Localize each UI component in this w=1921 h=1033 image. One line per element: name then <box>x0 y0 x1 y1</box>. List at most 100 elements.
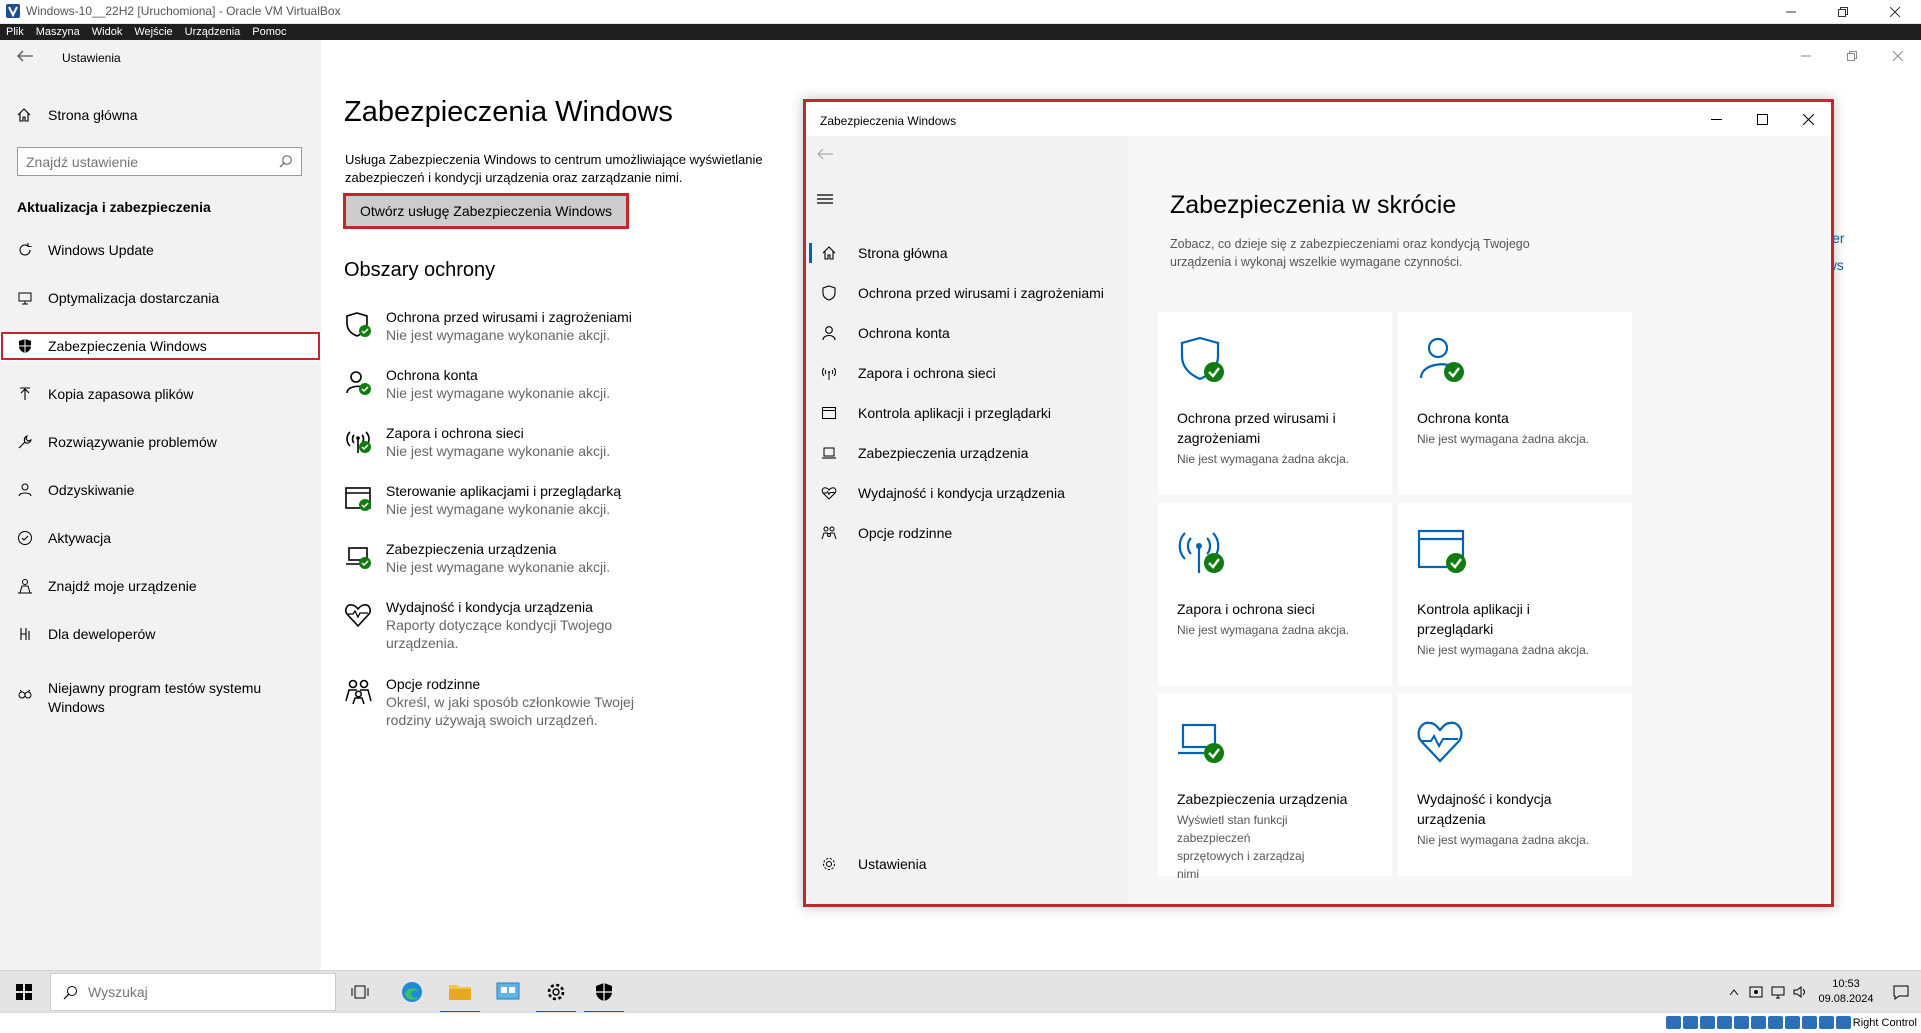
related-link[interactable]: owania <box>1831 279 1921 306</box>
areas-title: Obszary ochrony <box>344 259 496 281</box>
back-arrow-icon[interactable] <box>15 48 35 64</box>
area-title: Ochrona konta <box>386 367 478 383</box>
security-minimize-button[interactable] <box>1693 102 1739 136</box>
vbox-titlebar: Windows-10__22H2 [Uruchomiona] - Oracle … <box>0 0 1921 24</box>
shared-folders-icon[interactable] <box>1751 1016 1766 1029</box>
start-button[interactable] <box>0 971 48 1013</box>
tile-firewall[interactable]: Zapora i ochrona sieci Nie jest wymagana … <box>1158 503 1392 686</box>
taskbar-windows-security[interactable] <box>580 971 628 1013</box>
back-arrow-icon[interactable] <box>816 147 834 161</box>
chevron-up-icon[interactable] <box>1723 988 1745 996</box>
tile-status: Nie jest wymagana żadna akcja. <box>1177 452 1350 466</box>
taskbar-search-input[interactable] <box>88 984 288 1000</box>
security-nav-home[interactable]: Strona główna <box>806 233 1128 273</box>
refresh-icon <box>16 241 34 259</box>
nav-item-troubleshoot[interactable]: Rozwiązywanie problemów <box>0 427 321 457</box>
vbox-menu-widok[interactable]: Widok <box>86 24 129 40</box>
antenna-icon <box>820 364 838 382</box>
nav-item-delivery-optimization[interactable]: Optymalizacja dostarczania <box>0 283 321 313</box>
security-nav-account[interactable]: Ochrona konta <box>806 313 1128 353</box>
security-nav-settings[interactable]: Ustawienia <box>806 844 1128 884</box>
nav-item-label: Kopia zapasowa plików <box>48 386 194 402</box>
vbox-close-button[interactable] <box>1869 0 1921 24</box>
page-description: Usługa Zabezpieczenia Windows to centrum… <box>345 152 763 185</box>
task-view-button[interactable] <box>336 971 384 1013</box>
area-status: Określ, w jaki sposób członkowie Twojej … <box>386 694 634 728</box>
tile-device-health[interactable]: Wydajność i kondycja urządzenia Nie jest … <box>1398 693 1632 876</box>
related-link[interactable]: rosoft <box>1831 198 1921 225</box>
open-windows-security-button[interactable]: Otwórz usługę Zabezpieczenia Windows <box>343 193 629 229</box>
tile-virus-protection[interactable]: Ochrona przed wirusami i zagrożeniami Nie… <box>1158 312 1392 495</box>
nav-item-activation[interactable]: Aktywacja <box>0 523 321 553</box>
tile-app-browser[interactable]: Kontrola aplikacji i przeglądarki Nie jes… <box>1398 503 1632 686</box>
tile-account-protection[interactable]: Ochrona konta Nie jest wymagana żadna akc… <box>1398 312 1632 495</box>
vbox-menu-urzadzenia[interactable]: Urządzenia <box>179 24 247 40</box>
settings-search-box[interactable] <box>17 147 302 176</box>
tile-status: Nie jest wymagana żadna akcja. <box>1177 623 1350 637</box>
network-icon[interactable] <box>1767 985 1789 999</box>
taskbar-control-panel[interactable] <box>484 971 532 1013</box>
vbox-menu-maszyna[interactable]: Maszyna <box>30 24 86 40</box>
nav-item-developers[interactable]: Dla deweloperów <box>0 619 321 649</box>
vbox-menu-wejscie[interactable]: Wejście <box>128 24 178 40</box>
nav-item-insider[interactable]: Niejawny program testów systemu Windows <box>0 677 321 719</box>
search-icon[interactable] <box>279 154 293 168</box>
hamburger-menu-icon[interactable] <box>816 192 834 206</box>
area-family-options[interactable]: Opcje rodzinne Określ, w jaki sposób czło… <box>344 675 646 729</box>
security-close-button[interactable] <box>1785 102 1831 136</box>
area-virus-protection[interactable]: Ochrona przed wirusami i zagrożeniami Nie… <box>344 308 632 344</box>
area-device-security[interactable]: Zabezpieczenia urządzenia Nie jest wymaga… <box>344 540 610 576</box>
keyboard-capture-icon[interactable] <box>1836 1016 1851 1029</box>
nav-item-backup[interactable]: Kopia zapasowa plików <box>0 379 321 409</box>
network-adapter-icon[interactable] <box>1717 1016 1732 1029</box>
settings-minimize-button[interactable] <box>1783 40 1829 72</box>
audio-icon[interactable] <box>1700 1016 1715 1029</box>
notifications-icon[interactable] <box>1881 984 1921 1000</box>
area-account-protection[interactable]: Ochrona konta Nie jest wymagane wykonanie… <box>344 366 610 402</box>
nav-item-windows-security[interactable]: Zabezpieczenia Windows <box>0 331 321 361</box>
security-nav-app-browser[interactable]: Kontrola aplikacji i przeglądarki <box>806 393 1128 433</box>
check-circle-icon <box>16 529 34 547</box>
security-nav-device[interactable]: Zabezpieczenia urządzenia <box>806 433 1128 473</box>
area-device-health[interactable]: Wydajność i kondycja urządzenia Raporty d… <box>344 598 636 652</box>
optical-drive-icon[interactable] <box>1683 1016 1698 1029</box>
usb-icon[interactable] <box>1734 1016 1749 1029</box>
settings-restore-button[interactable] <box>1829 40 1875 72</box>
settings-home-link[interactable]: Strona główna <box>16 103 138 127</box>
mouse-integration-icon[interactable] <box>1819 1016 1834 1029</box>
security-maximize-button[interactable] <box>1739 102 1785 136</box>
security-tray-icon[interactable] <box>1745 985 1767 999</box>
vbox-minimize-button[interactable] <box>1765 0 1817 24</box>
tile-device-security[interactable]: Zabezpieczenia urządzenia Wyświetl stan f… <box>1158 693 1392 881</box>
nav-item-recovery[interactable]: Odzyskiwanie <box>0 475 321 505</box>
volume-icon[interactable] <box>1789 985 1811 999</box>
taskbar-file-explorer[interactable] <box>436 971 484 1013</box>
vbox-menu-pomoc[interactable]: Pomoc <box>246 24 292 40</box>
related-link[interactable]: Defender <box>1831 225 1921 252</box>
settings-close-button[interactable] <box>1875 40 1921 72</box>
nav-item-find-my-device[interactable]: Znajdź moje urządzenie <box>0 571 321 601</box>
section-title: Aktualizacja i zabezpieczenia <box>17 199 211 215</box>
harddisk-icon[interactable] <box>1666 1016 1681 1029</box>
recording-icon[interactable] <box>1785 1016 1800 1029</box>
tile-title: Zabezpieczenia urządzenia <box>1177 791 1348 807</box>
security-nav-firewall[interactable]: Zapora i ochrona sieci <box>806 353 1128 393</box>
nav-item-windows-update[interactable]: Windows Update <box>0 235 321 265</box>
display-icon[interactable] <box>1768 1016 1783 1029</box>
taskbar-search-box[interactable] <box>50 973 336 1011</box>
taskbar-settings[interactable] <box>532 971 580 1013</box>
security-nav-family[interactable]: Opcje rodzinne <box>806 513 1128 553</box>
taskbar-edge[interactable] <box>388 971 436 1013</box>
vbox-restore-button[interactable] <box>1817 0 1869 24</box>
area-firewall[interactable]: Zapora i ochrona sieci Nie jest wymagane … <box>344 424 610 460</box>
security-nav-health[interactable]: Wydajność i kondycja urządzenia <box>806 473 1128 513</box>
security-nav-virus[interactable]: Ochrona przed wirusami i zagrożeniami <box>806 273 1128 313</box>
area-app-browser[interactable]: Sterowanie aplikacjami i przeglądarką Nie… <box>344 482 621 518</box>
home-icon <box>820 244 838 262</box>
clock[interactable]: 10:53 09.08.2024 <box>1811 977 1881 1007</box>
delivery-icon <box>16 289 34 307</box>
cpu-icon[interactable] <box>1802 1016 1817 1029</box>
settings-search-input[interactable] <box>18 148 258 175</box>
vbox-menu-plik[interactable]: Plik <box>0 24 30 40</box>
related-link[interactable]: Windows <box>1831 252 1921 279</box>
